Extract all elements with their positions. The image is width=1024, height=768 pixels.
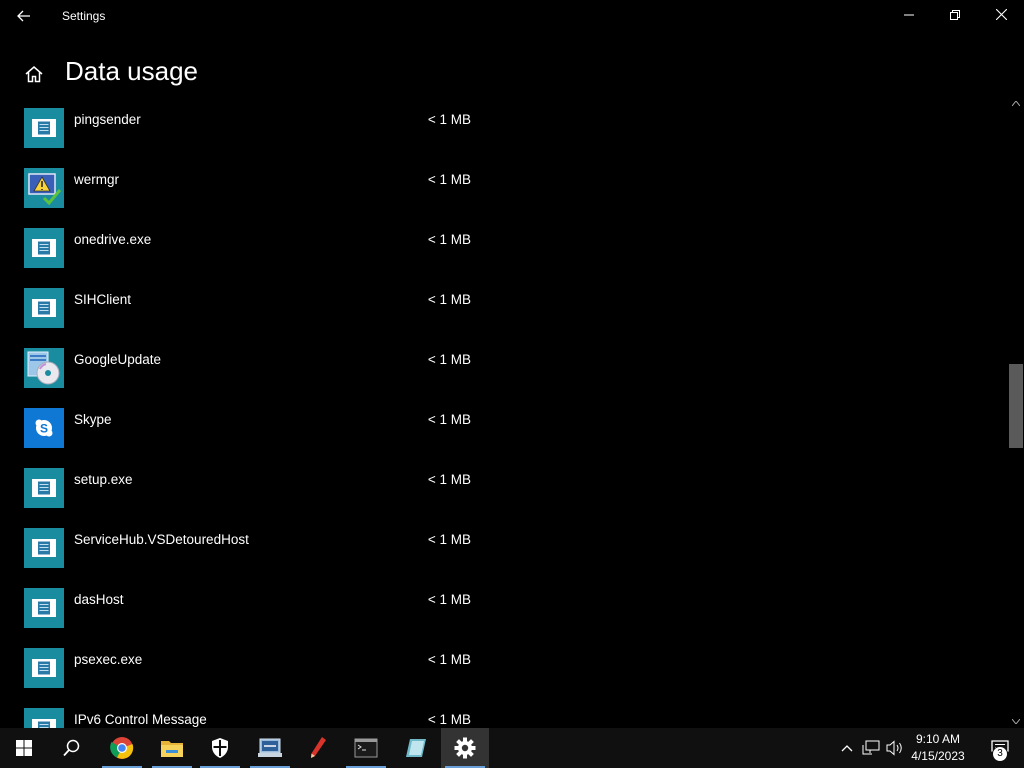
restore-icon bbox=[950, 7, 960, 25]
clock-date: 4/15/2023 bbox=[911, 749, 965, 763]
list-item[interactable]: GoogleUpdate < 1 MB bbox=[0, 338, 520, 398]
generic-app-icon bbox=[24, 468, 64, 508]
volume-icon[interactable] bbox=[884, 728, 906, 768]
back-arrow-icon[interactable] bbox=[10, 4, 38, 28]
list-item[interactable]: ServiceHub.VSDetouredHost < 1 MB bbox=[0, 518, 520, 578]
minimize-button[interactable] bbox=[886, 0, 932, 32]
list-item[interactable]: setup.exe < 1 MB bbox=[0, 458, 520, 518]
app-data-usage: < 1 MB bbox=[427, 292, 471, 307]
page-header: Data usage bbox=[0, 50, 1000, 96]
home-icon[interactable] bbox=[22, 62, 46, 86]
app-name: dasHost bbox=[74, 592, 124, 607]
list-item[interactable]: dasHost < 1 MB bbox=[0, 578, 520, 638]
app-name: wermgr bbox=[74, 172, 120, 187]
chrome-icon[interactable] bbox=[98, 728, 146, 768]
app-name: onedrive.exe bbox=[74, 232, 152, 247]
list-item[interactable]: SIHClient < 1 MB bbox=[0, 278, 520, 338]
pen-app-icon[interactable] bbox=[294, 728, 342, 768]
window-title: Settings bbox=[62, 9, 106, 23]
restore-button[interactable] bbox=[932, 0, 978, 32]
installer-icon bbox=[24, 348, 64, 388]
file-explorer-icon[interactable] bbox=[148, 728, 196, 768]
clock-time: 9:10 AM bbox=[915, 732, 961, 746]
list-item[interactable]: pingsender < 1 MB bbox=[0, 98, 520, 158]
app-data-usage: < 1 MB bbox=[427, 652, 471, 667]
generic-app-icon bbox=[24, 108, 64, 148]
notification-count-badge: 3 bbox=[992, 746, 1008, 762]
network-icon[interactable] bbox=[860, 728, 882, 768]
app-name: GoogleUpdate bbox=[74, 352, 162, 367]
list-item[interactable]: psexec.exe < 1 MB bbox=[0, 638, 520, 698]
app-data-usage: < 1 MB bbox=[427, 412, 471, 427]
app-data-usage: < 1 MB bbox=[427, 352, 471, 367]
start-icon[interactable] bbox=[0, 728, 48, 768]
close-button[interactable] bbox=[978, 0, 1024, 32]
generic-app-icon bbox=[24, 588, 64, 628]
generic-app-icon bbox=[24, 708, 64, 728]
skype-icon: S bbox=[24, 408, 64, 448]
app-name: psexec.exe bbox=[74, 652, 143, 667]
security-shield-icon[interactable] bbox=[196, 728, 244, 768]
taskbar-clock[interactable]: 9:10 AM 4/15/2023 bbox=[906, 731, 970, 765]
close-icon bbox=[995, 7, 1007, 25]
scroll-up-arrow-icon[interactable] bbox=[1008, 96, 1024, 110]
show-hidden-icons-chevron[interactable] bbox=[836, 728, 858, 768]
app-data-usage: < 1 MB bbox=[427, 172, 471, 187]
app-name: pingsender bbox=[74, 112, 141, 127]
scroll-down-arrow-icon[interactable] bbox=[1008, 714, 1024, 728]
app-data-usage: < 1 MB bbox=[427, 472, 471, 487]
page-title: Data usage bbox=[65, 56, 198, 86]
generic-app-icon bbox=[24, 528, 64, 568]
scrollbar-thumb[interactable] bbox=[1009, 364, 1023, 448]
search-icon[interactable] bbox=[48, 728, 96, 768]
app-name: SIHClient bbox=[74, 292, 132, 307]
title-bar: Settings bbox=[0, 0, 1024, 32]
settings-gear-icon[interactable] bbox=[441, 728, 489, 768]
app-data-usage: < 1 MB bbox=[427, 532, 471, 547]
list-item[interactable]: onedrive.exe < 1 MB bbox=[0, 218, 520, 278]
svg-text:S: S bbox=[40, 422, 48, 436]
minimize-icon bbox=[904, 7, 914, 25]
app-data-usage: < 1 MB bbox=[427, 112, 471, 127]
app-name: IPv6 Control Message bbox=[74, 712, 207, 727]
app-name: Skype bbox=[74, 412, 112, 427]
notebook-app-icon[interactable] bbox=[392, 728, 440, 768]
vertical-scrollbar[interactable] bbox=[1008, 96, 1024, 728]
generic-app-icon bbox=[24, 228, 64, 268]
error-reporting-icon bbox=[24, 168, 64, 208]
terminal-icon[interactable] bbox=[342, 728, 390, 768]
list-item[interactable]: S Skype < 1 MB bbox=[0, 398, 520, 458]
app-data-usage: < 1 MB bbox=[427, 232, 471, 247]
taskbar: 9:10 AM 4/15/2023 3 bbox=[0, 728, 1024, 768]
list-item[interactable]: IPv6 Control Message < 1 MB bbox=[0, 698, 520, 728]
app-name: ServiceHub.VSDetouredHost bbox=[74, 532, 249, 547]
app-usage-list: pingsender < 1 MB wermgr < 1 MB onedrive.exe… bbox=[0, 98, 1006, 728]
generic-app-icon bbox=[24, 288, 64, 328]
list-item[interactable]: wermgr < 1 MB bbox=[0, 158, 520, 218]
generic-app-icon bbox=[24, 648, 64, 688]
app-name: setup.exe bbox=[74, 472, 133, 487]
app-data-usage: < 1 MB bbox=[427, 592, 471, 607]
network-tool-icon[interactable] bbox=[246, 728, 294, 768]
app-data-usage: < 1 MB bbox=[427, 712, 471, 727]
